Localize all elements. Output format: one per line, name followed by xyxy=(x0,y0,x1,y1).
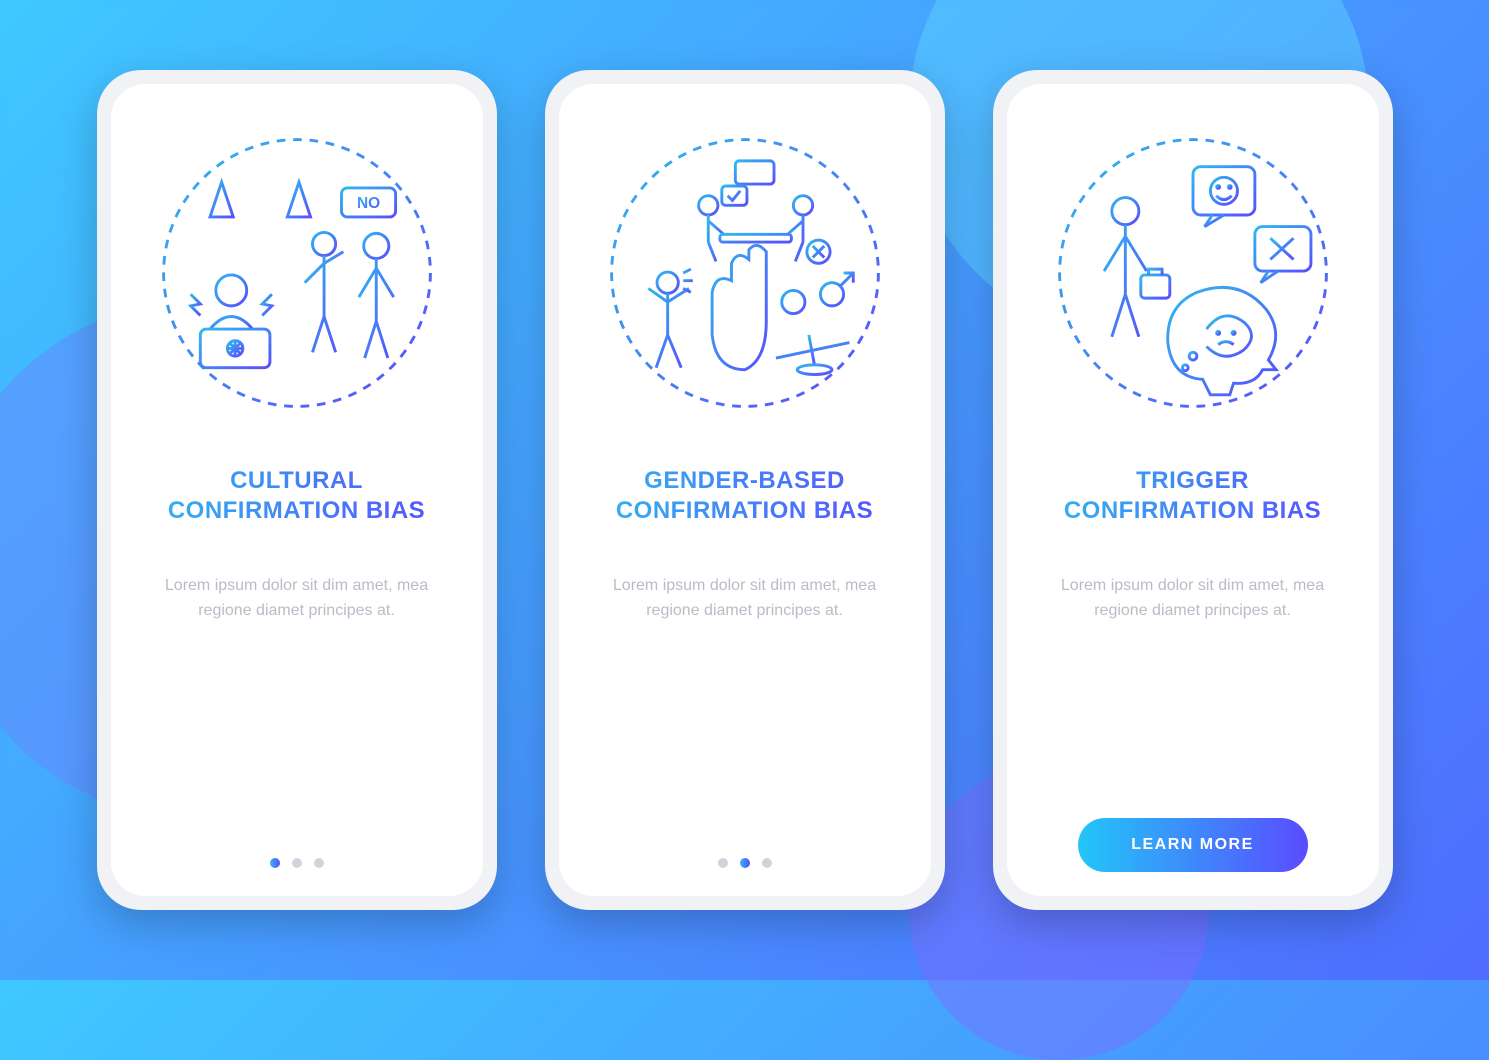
pagination-dots[interactable] xyxy=(718,858,772,868)
illustration-gender-bias xyxy=(600,128,890,418)
illustration-trigger-bias xyxy=(1048,128,1338,418)
pager-dot[interactable] xyxy=(718,858,728,868)
phone-frame: TRIGGER CONFIRMATION BIAS Lorem ipsum do… xyxy=(993,70,1393,910)
pagination-dots[interactable] xyxy=(270,858,324,868)
no-badge-text: NO xyxy=(356,195,379,212)
pager-dot[interactable] xyxy=(270,858,280,868)
phone-frame: NO xyxy=(97,70,497,910)
pager-dot[interactable] xyxy=(314,858,324,868)
pager-dot[interactable] xyxy=(762,858,772,868)
phone-screen: TRIGGER CONFIRMATION BIAS Lorem ipsum do… xyxy=(1007,84,1379,896)
illustration-cultural-bias: NO xyxy=(152,128,442,418)
pager-dot[interactable] xyxy=(740,858,750,868)
card-description: Lorem ipsum dolor sit dim amet, mea regi… xyxy=(587,574,903,624)
learn-more-button[interactable]: LEARN MORE xyxy=(1078,818,1308,872)
card-title: GENDER-BASED CONFIRMATION BIAS xyxy=(587,466,903,526)
phone-row: NO xyxy=(97,70,1393,910)
card-description: Lorem ipsum dolor sit dim amet, mea regi… xyxy=(139,574,455,624)
card-title: CULTURAL CONFIRMATION BIAS xyxy=(139,466,455,526)
pager-dot[interactable] xyxy=(292,858,302,868)
card-title: TRIGGER CONFIRMATION BIAS xyxy=(1035,466,1351,526)
phone-screen: NO xyxy=(111,84,483,896)
card-description: Lorem ipsum dolor sit dim amet, mea regi… xyxy=(1035,574,1351,624)
phone-frame: GENDER-BASED CONFIRMATION BIAS Lorem ips… xyxy=(545,70,945,910)
phone-screen: GENDER-BASED CONFIRMATION BIAS Lorem ips… xyxy=(559,84,931,896)
